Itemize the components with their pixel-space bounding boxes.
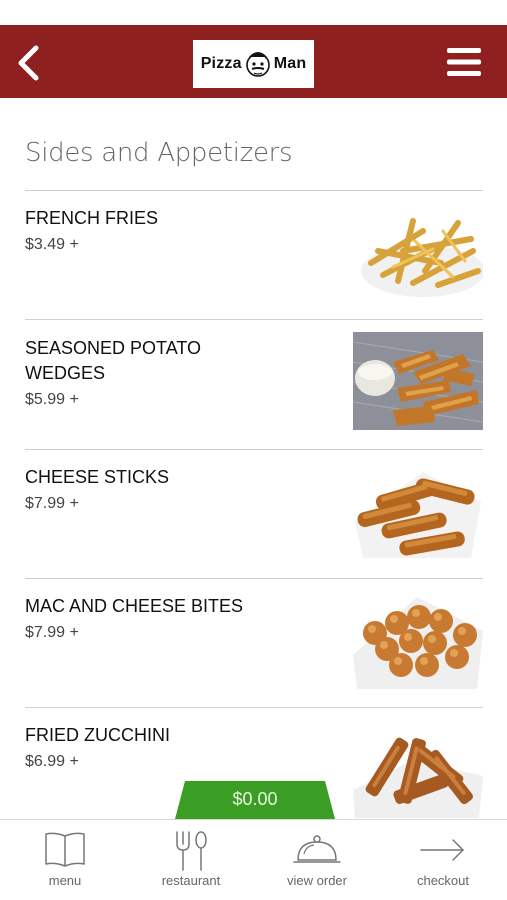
tab-label: menu	[48, 873, 82, 888]
potato-wedges-photo	[353, 332, 483, 430]
book-icon	[45, 832, 85, 867]
item-price: $5.99 +	[25, 391, 79, 408]
item-name: FRENCH FRIES	[25, 208, 159, 228]
item-price: $3.49 +	[25, 236, 79, 253]
tab-label: checkout	[416, 873, 470, 888]
cheese-sticks-photo	[353, 462, 483, 560]
cart-total-button[interactable]: $0.00	[175, 781, 335, 819]
item-price: $7.99 +	[25, 495, 79, 512]
chevron-left-icon	[18, 45, 39, 81]
cart-total: $0.00	[232, 789, 278, 809]
tab-menu[interactable]: menu	[2, 820, 128, 900]
tab-label: restaurant	[161, 873, 221, 888]
arrow-right-icon	[420, 839, 464, 861]
menu-item[interactable]: FRENCH FRIES $3.49 +	[25, 191, 483, 320]
french-fries-photo	[353, 201, 483, 299]
pizza-man-logo[interactable]: Pizza Man	[193, 40, 314, 88]
tab-checkout[interactable]: checkout	[380, 820, 506, 900]
menu-item[interactable]: MAC AND CHEESE BITES $7.99 +	[25, 579, 483, 708]
tab-label: view order	[287, 873, 347, 888]
item-name: CHEESE STICKS	[25, 467, 170, 487]
cloche-icon	[293, 835, 341, 863]
item-name: SEASONED POTATO WEDGES	[25, 338, 202, 383]
fork-spoon-icon	[176, 831, 207, 871]
hamburger-menu-button[interactable]	[445, 45, 483, 79]
tab-restaurant[interactable]: restaurant	[128, 820, 254, 900]
app-header: Pizza Man	[0, 25, 507, 98]
item-name: MAC AND CHEESE BITES	[25, 596, 244, 616]
menu-item[interactable]: CHEESE STICKS $7.99 +	[25, 450, 483, 579]
logo-text-left: Pizza	[200, 55, 242, 72]
item-name: FRIED ZUCCHINI	[25, 725, 170, 745]
bottom-tab-bar: menu restaurant view order checkout	[0, 819, 507, 900]
hamburger-menu-icon	[447, 48, 481, 76]
item-price: $7.99 +	[25, 624, 79, 641]
logo-text-right: Man	[273, 55, 307, 72]
mac-cheese-bites-photo	[353, 591, 483, 689]
menu-item[interactable]: SEASONED POTATO WEDGES $5.99 +	[25, 321, 483, 450]
back-button[interactable]	[12, 43, 46, 83]
page-title: Sides and Appetizers	[25, 138, 293, 168]
tab-view-order[interactable]: view order	[254, 820, 380, 900]
chef-face-icon	[245, 52, 270, 77]
fried-zucchini-photo	[353, 720, 483, 818]
item-price: $6.99 +	[25, 753, 79, 770]
